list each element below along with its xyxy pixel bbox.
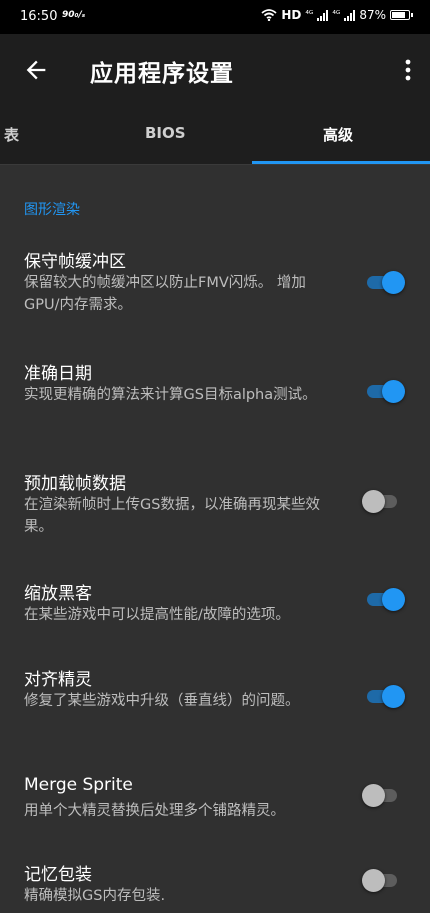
battery-percent: 87% [359, 8, 386, 22]
setting-title: 缩放黑客 [24, 584, 92, 604]
setting-title: 准确日期 [24, 364, 92, 384]
signal-4g-label-2: ⁴ᴳ [332, 10, 341, 20]
tab-bios[interactable]: BIOS [145, 124, 186, 142]
network-speed: 90₀/ₛ [62, 10, 86, 20]
tab-advanced[interactable]: 高级 [323, 124, 353, 145]
setting-toggle[interactable] [364, 379, 405, 403]
setting-toggle[interactable] [364, 587, 405, 611]
setting-summary: 修复了某些游戏中升级（垂直线）的问题。 [24, 693, 300, 709]
setting-toggle[interactable] [362, 868, 404, 892]
setting-summary: 精确模拟GS内存包装. [24, 888, 166, 904]
setting-summary: 在渲染新帧时上传GS数据，以准确再现某些效果。 [24, 497, 320, 535]
setting-title: 记忆包装 [24, 865, 92, 885]
signal-4g-label: ⁴ᴳ [305, 10, 314, 20]
tab-bar: 表 BIOS 高级 [0, 106, 430, 165]
setting-summary: 保留较大的帧缓冲区以防止FMV闪烁。 增加GPU/内存需求。 [24, 275, 306, 313]
signal-bars-icon [317, 9, 329, 21]
setting-summary: 实现更精确的算法来计算GS目标alpha测试。 [24, 387, 317, 403]
setting-summary: 在某些游戏中可以提高性能/故障的选项。 [24, 607, 290, 623]
section-header-graphics: 图形渲染 [24, 202, 80, 218]
page-title: 应用程序设置 [90, 61, 234, 87]
setting-title: 对齐精灵 [24, 670, 92, 690]
status-icons: HD ⁴ᴳ ⁴ᴳ 87% [261, 8, 413, 22]
setting-toggle[interactable] [364, 270, 405, 294]
setting-toggle[interactable] [364, 684, 405, 708]
back-arrow-icon[interactable] [22, 56, 50, 84]
setting-toggle[interactable] [362, 489, 404, 513]
battery-icon [390, 10, 413, 20]
setting-summary: 用单个大精灵替换后处理多个铺路精灵。 [24, 803, 285, 819]
tab-indicator [252, 161, 430, 164]
app-bar: 应用程序设置 [0, 34, 430, 106]
wifi-icon [261, 9, 277, 21]
setting-title: Merge Sprite [24, 775, 133, 795]
setting-title: 保守帧缓冲区 [24, 252, 126, 272]
status-time: 16:50 [20, 9, 58, 24]
signal-bars-icon-2 [344, 9, 356, 21]
tab-list[interactable]: 表 [4, 124, 19, 145]
status-bar: 16:50 90₀/ₛ HD ⁴ᴳ ⁴ᴳ 87% [0, 0, 430, 34]
hd-badge: HD [281, 8, 302, 22]
more-options-icon[interactable] [404, 58, 412, 82]
setting-toggle[interactable] [362, 783, 404, 807]
setting-title: 预加载帧数据 [24, 474, 126, 494]
